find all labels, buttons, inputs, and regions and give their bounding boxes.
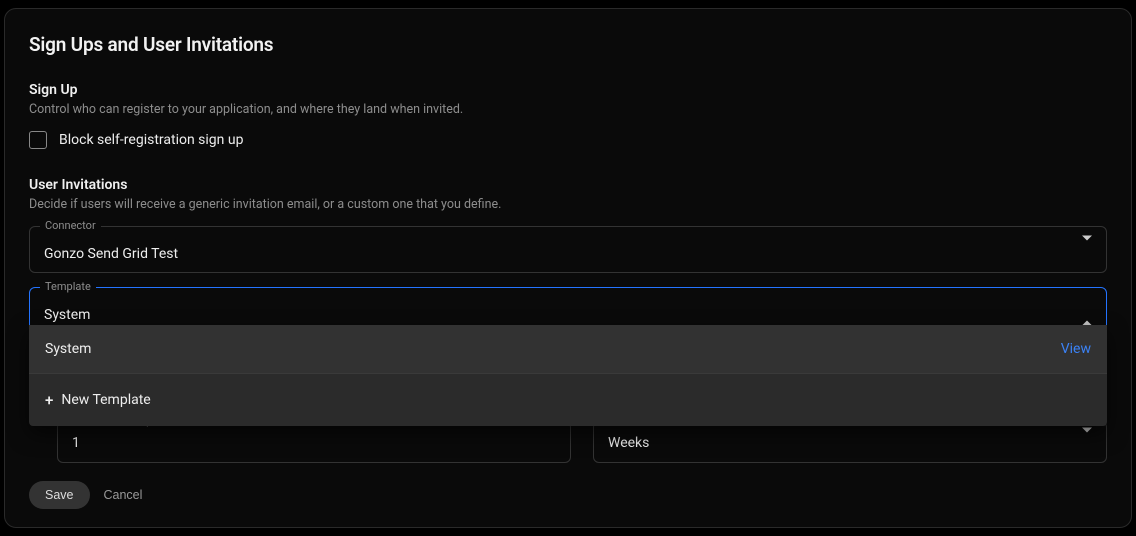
signup-section: Sign Up Control who can register to your…: [29, 82, 1107, 149]
save-button[interactable]: Save: [29, 481, 90, 509]
connector-select[interactable]: Connector Gonzo Send Grid Test: [29, 226, 1107, 273]
dropdown-caret-icon: [1082, 240, 1092, 259]
expiration-value-input[interactable]: Invite Token Expiration 1: [57, 421, 571, 463]
new-template-label: New Template: [61, 392, 150, 408]
template-value: System: [44, 307, 90, 323]
invitations-section: User Invitations Decide if users will re…: [29, 177, 1107, 334]
cancel-button[interactable]: Cancel: [104, 488, 143, 502]
template-option-view-link[interactable]: View: [1061, 341, 1091, 357]
template-label: Template: [40, 280, 96, 293]
expiration-unit-select[interactable]: Weeks: [593, 421, 1107, 463]
plus-icon: +: [45, 393, 53, 408]
connector-value: Gonzo Send Grid Test: [44, 246, 178, 262]
block-signup-row[interactable]: Block self-registration sign up: [29, 131, 1107, 149]
settings-panel: Sign Ups and User Invitations Sign Up Co…: [4, 8, 1132, 528]
page-title: Sign Ups and User Invitations: [29, 33, 1107, 56]
expiration-row: Invite Token Expiration 1 Weeks: [57, 421, 1107, 463]
template-option-system[interactable]: System View: [29, 325, 1107, 374]
signup-heading: Sign Up: [29, 82, 1107, 98]
new-template-button[interactable]: + New Template: [29, 374, 1107, 426]
expiration-value: 1: [72, 435, 80, 451]
footer-actions: Save Cancel: [29, 481, 142, 509]
dropdown-caret-up-icon: [1082, 301, 1092, 320]
block-signup-label: Block self-registration sign up: [59, 132, 243, 148]
block-signup-checkbox[interactable]: [29, 131, 47, 149]
connector-label: Connector: [40, 219, 101, 232]
template-dropdown: System View + New Template: [29, 325, 1107, 426]
template-option-label: System: [45, 341, 91, 357]
expiration-unit-value: Weeks: [608, 435, 649, 451]
invitations-description: Decide if users will receive a generic i…: [29, 197, 1107, 212]
dropdown-caret-icon: [1082, 433, 1092, 452]
invitations-heading: User Invitations: [29, 177, 1107, 193]
signup-description: Control who can register to your applica…: [29, 102, 1107, 117]
